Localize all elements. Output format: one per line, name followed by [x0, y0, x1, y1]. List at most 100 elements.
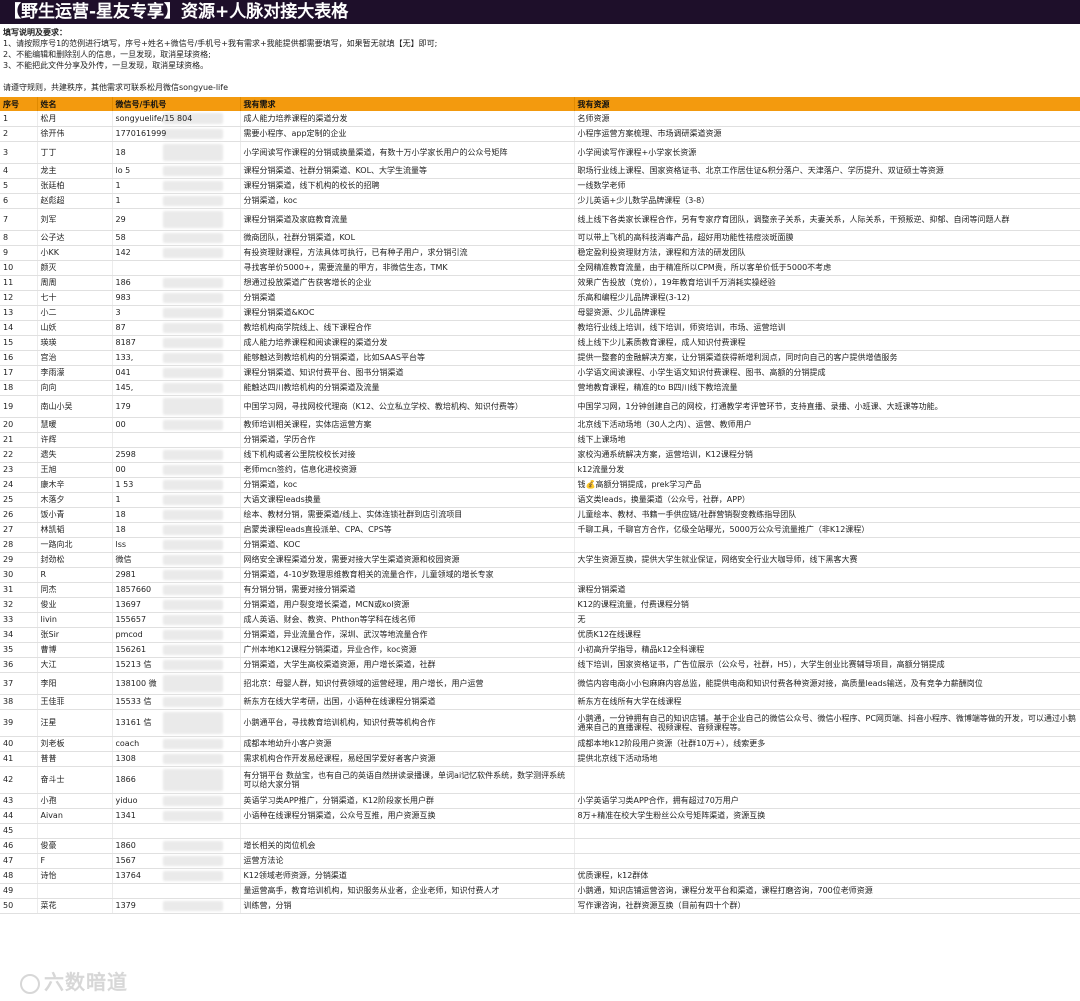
cell-have[interactable]: 语文类leads，换量渠道（公众号，社群，APP）	[574, 492, 1080, 508]
cell-need[interactable]: 课程分销渠道及家庭教育流量	[240, 208, 575, 231]
cell-need[interactable]: 分销渠道，koc	[240, 477, 575, 493]
cell-name[interactable]: 南山小吴	[37, 395, 113, 418]
cell-name[interactable]: 慧暖	[37, 417, 113, 433]
cell-no[interactable]: 17	[0, 365, 38, 381]
cell-name[interactable]	[37, 823, 113, 839]
cell-have[interactable]	[574, 766, 1080, 794]
cell-no[interactable]: 32	[0, 597, 38, 613]
cell-no[interactable]: 34	[0, 627, 38, 643]
cell-have[interactable]: 提供北京线下活动场地	[574, 751, 1080, 767]
cell-no[interactable]: 48	[0, 868, 38, 884]
cell-have[interactable]: 大学生资源互换，提供大学生就业保证，网络安全行业大咖导师，线下黑客大赛	[574, 552, 1080, 568]
cell-name[interactable]: 张Sir	[37, 627, 113, 643]
cell-no[interactable]: 16	[0, 350, 38, 366]
cell-no[interactable]: 42	[0, 766, 38, 794]
cell-wx[interactable]: 145,	[112, 380, 241, 396]
cell-have[interactable]: 提供一整套的金融解决方案，让分销渠道获得新增利润点，同时向自己的客户提供增值服务	[574, 350, 1080, 366]
cell-need[interactable]: 绘本、教材分销，需要渠道/线上、实体连锁社群到店引流项目	[240, 507, 575, 523]
cell-need[interactable]: 成人英语、财会、教资、Phthon等学科在线名师	[240, 612, 575, 628]
cell-need[interactable]: 启蒙类课程leads直投派单、CPA、CPS等	[240, 522, 575, 538]
cell-no[interactable]: 4	[0, 163, 38, 179]
header-need[interactable]: 我有需求	[240, 97, 575, 111]
cell-no[interactable]: 37	[0, 672, 38, 695]
header-have[interactable]: 我有资源	[574, 97, 1080, 111]
cell-need[interactable]: 有分销分销，需要对接分销渠道	[240, 582, 575, 598]
cell-no[interactable]: 36	[0, 657, 38, 673]
cell-have[interactable]: 钱💰高额分销提成，prek学习产品	[574, 477, 1080, 493]
cell-name[interactable]: 刘军	[37, 208, 113, 231]
cell-name[interactable]: 宫治	[37, 350, 113, 366]
cell-need[interactable]: 英语学习类APP推广，分销渠道，K12阶段家长用户群	[240, 793, 575, 809]
cell-need[interactable]: 成人能力培养课程和阅读课程的渠道分发	[240, 335, 575, 351]
cell-no[interactable]: 35	[0, 642, 38, 658]
cell-no[interactable]: 29	[0, 552, 38, 568]
cell-name[interactable]: 小二	[37, 305, 113, 321]
cell-wx[interactable]: 1567	[112, 853, 241, 869]
cell-wx[interactable]: 00	[112, 417, 241, 433]
cell-no[interactable]: 25	[0, 492, 38, 508]
cell-name[interactable]: livin	[37, 612, 113, 628]
cell-no[interactable]: 43	[0, 793, 38, 809]
cell-name[interactable]: 俊业	[37, 597, 113, 613]
cell-no[interactable]: 27	[0, 522, 38, 538]
cell-no[interactable]: 15	[0, 335, 38, 351]
cell-have[interactable]	[574, 838, 1080, 854]
cell-wx[interactable]: 58	[112, 230, 241, 246]
cell-name[interactable]: 松月	[37, 111, 113, 127]
cell-wx[interactable]: 18	[112, 522, 241, 538]
cell-have[interactable]: 新东方在线所有大学在线课程	[574, 694, 1080, 710]
cell-have[interactable]: 成都本地k12阶段用户资源（社群10万+），线索更多	[574, 736, 1080, 752]
cell-no[interactable]: 33	[0, 612, 38, 628]
cell-name[interactable]: 封劲松	[37, 552, 113, 568]
cell-need[interactable]: 成都本地幼升小客户资源	[240, 736, 575, 752]
cell-have[interactable]: 效果广告投放（竞价），19年教育培训千万消耗实操经验	[574, 275, 1080, 291]
cell-have[interactable]: 小鹅通，知识店铺运营咨询，课程分发平台和渠道，课程打磨咨询，700位老师资源	[574, 883, 1080, 899]
cell-have[interactable]: k12流量分发	[574, 462, 1080, 478]
cell-have[interactable]: 小程序运营方案梳理、市场调研渠道资源	[574, 126, 1080, 142]
cell-wx[interactable]	[112, 260, 241, 276]
cell-no[interactable]: 22	[0, 447, 38, 463]
cell-wx[interactable]: 29	[112, 208, 241, 231]
cell-name[interactable]: 赵彪超	[37, 193, 113, 209]
cell-wx[interactable]: 微信	[112, 552, 241, 568]
cell-wx[interactable]	[112, 883, 241, 899]
cell-need[interactable]: 教培机构商学院线上、线下课程合作	[240, 320, 575, 336]
cell-no[interactable]: 30	[0, 567, 38, 583]
cell-wx[interactable]: 00	[112, 462, 241, 478]
cell-no[interactable]: 49	[0, 883, 38, 899]
cell-wx[interactable]: coach	[112, 736, 241, 752]
cell-no[interactable]: 20	[0, 417, 38, 433]
cell-have[interactable]: 课程分销渠道	[574, 582, 1080, 598]
cell-need[interactable]: 分销渠道，koc	[240, 193, 575, 209]
cell-name[interactable]: 林凯韬	[37, 522, 113, 538]
cell-no[interactable]: 46	[0, 838, 38, 854]
cell-wx[interactable]: 87	[112, 320, 241, 336]
cell-need[interactable]: 微商团队，社群分销渠道，KOL	[240, 230, 575, 246]
cell-no[interactable]: 24	[0, 477, 38, 493]
cell-have[interactable]: 稳定盈利投资理财方法，课程和方法的研发团队	[574, 245, 1080, 261]
cell-wx[interactable]: 18	[112, 507, 241, 523]
cell-no[interactable]: 40	[0, 736, 38, 752]
cell-need[interactable]: 量运营高手，教育培训机构，知识服务从业者，企业老师，知识付费人才	[240, 883, 575, 899]
cell-have[interactable]: 少儿英语+少儿数学品牌课程（3-8）	[574, 193, 1080, 209]
cell-have[interactable]	[574, 537, 1080, 553]
cell-no[interactable]: 10	[0, 260, 38, 276]
cell-need[interactable]: 小语种在线课程分销渠道，公众号互推，用户资源互换	[240, 808, 575, 824]
cell-wx[interactable]: 156261	[112, 642, 241, 658]
cell-wx[interactable]: 8187	[112, 335, 241, 351]
cell-have[interactable]: 优质K12在线课程	[574, 627, 1080, 643]
cell-name[interactable]: 山妖	[37, 320, 113, 336]
header-wechat[interactable]: 微信号/手机号	[112, 97, 241, 111]
cell-need[interactable]: 线下机构或者公里院校校长对接	[240, 447, 575, 463]
cell-wx[interactable]: 3	[112, 305, 241, 321]
cell-have[interactable]: 全网精准教育流量，由于精准所以CPM贵，所以客单价低于5000不考虑	[574, 260, 1080, 276]
cell-wx[interactable]: 1 53	[112, 477, 241, 493]
cell-need[interactable]: 网络安全课程渠道分发，需要对接大学生渠道资源和校园资源	[240, 552, 575, 568]
cell-need[interactable]: 课程分销渠道、知识付费平台、图书分销渠道	[240, 365, 575, 381]
cell-name[interactable]: 向向	[37, 380, 113, 396]
cell-no[interactable]: 13	[0, 305, 38, 321]
cell-need[interactable]: 分销渠道，异业流量合作，深圳、武汉等地流量合作	[240, 627, 575, 643]
cell-no[interactable]: 21	[0, 432, 38, 448]
cell-wx[interactable]: 142	[112, 245, 241, 261]
cell-need[interactable]: 训练营，分销	[240, 898, 575, 914]
